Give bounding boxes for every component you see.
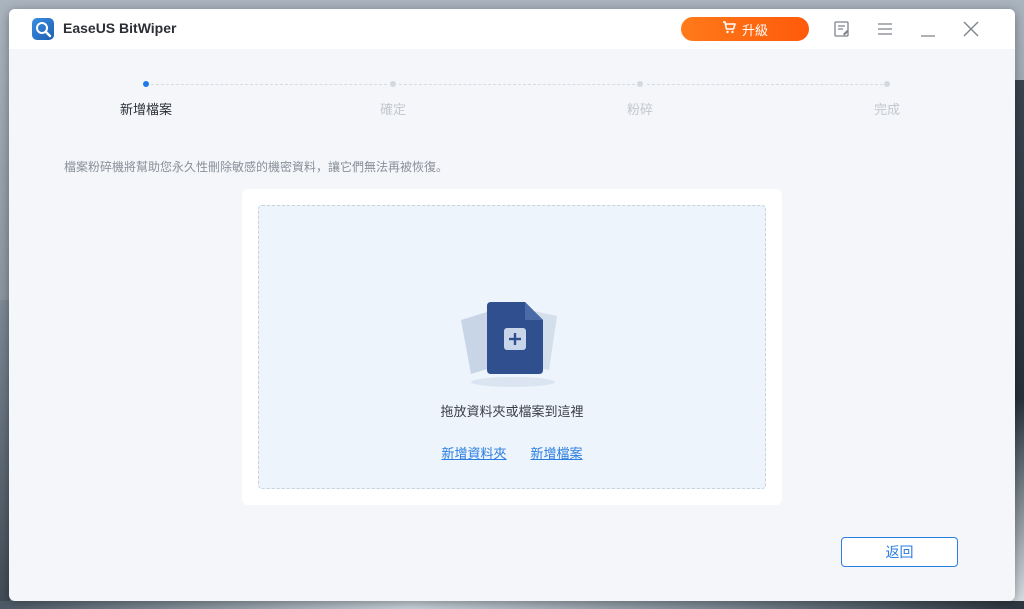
add-file-icon [457, 298, 569, 388]
back-button[interactable]: 返回 [841, 537, 958, 567]
add-folder-link[interactable]: 新增資料夾 [441, 443, 506, 462]
file-drop-card: 拖放資料夾或檔案到這裡 新增資料夾 新增檔案 [242, 189, 782, 505]
app-title: EaseUS BitWiper [63, 20, 177, 36]
add-file-link[interactable]: 新增檔案 [531, 443, 583, 462]
step-dot-confirm [390, 81, 396, 87]
app-window: EaseUS BitWiper 升級 新增檔案 確定 粉碎 完成 檔案粉碎機將幫… [9, 9, 1015, 601]
step-dot-add-files [143, 81, 149, 87]
drop-instruction: 拖放資料夾或檔案到這裡 [440, 405, 584, 420]
file-drop-zone[interactable]: 拖放資料夾或檔案到這裡 新增資料夾 新增檔案 [258, 205, 766, 489]
step-dot-shred [637, 81, 643, 87]
app-logo-icon [32, 18, 54, 40]
cart-icon [722, 20, 736, 38]
step-label-add-files: 新增檔案 [119, 103, 173, 118]
step-label-shred: 粉碎 [626, 103, 654, 118]
feedback-icon[interactable] [832, 19, 852, 39]
menu-icon[interactable] [875, 19, 895, 39]
step-dot-done [884, 81, 890, 87]
upgrade-label: 升級 [741, 23, 768, 39]
minimize-icon[interactable] [918, 19, 938, 39]
step-label-done: 完成 [873, 103, 901, 118]
step-connector [647, 84, 883, 85]
upgrade-button[interactable]: 升級 [681, 17, 809, 41]
main-content: 新增檔案 確定 粉碎 完成 檔案粉碎機將幫助您永久性刪除敏感的機密資料，讓它們無… [9, 49, 1015, 601]
shredder-description: 檔案粉碎機將幫助您永久性刪除敏感的機密資料，讓它們無法再被恢復。 [64, 160, 449, 174]
step-label-confirm: 確定 [379, 103, 407, 118]
desktop-background-bottom [0, 601, 1024, 609]
title-bar: EaseUS BitWiper 升級 [9, 9, 1015, 49]
step-connector [399, 84, 635, 85]
add-links: 新增資料夾 新增檔案 [259, 443, 765, 462]
step-connector [151, 84, 387, 85]
close-icon[interactable] [961, 19, 981, 39]
